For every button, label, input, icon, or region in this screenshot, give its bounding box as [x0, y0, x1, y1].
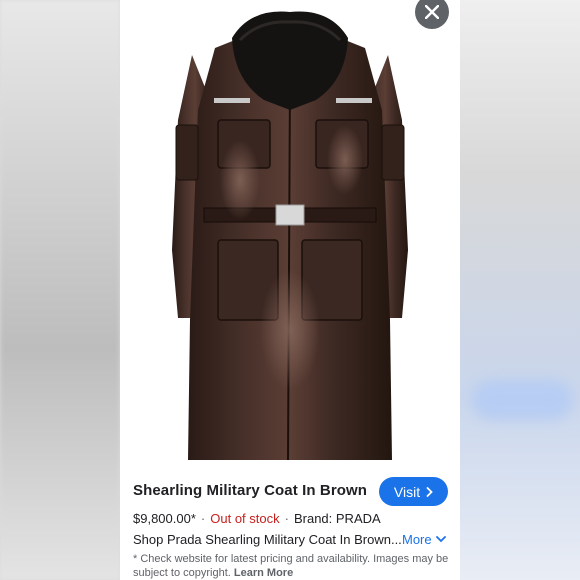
brand: Brand: PRADA — [293, 511, 381, 526]
chevron-down-icon — [435, 536, 446, 543]
more-label: More — [402, 532, 432, 547]
background-left — [0, 0, 120, 580]
product-title: Shearling Military Coat In Brown — [133, 482, 368, 499]
separator: · — [284, 511, 289, 526]
more-button[interactable]: More — [402, 532, 446, 547]
close-icon — [425, 5, 439, 19]
product-card: Shearling Military Coat In Brown Visit $… — [120, 0, 460, 580]
chevron-right-icon — [426, 486, 433, 497]
disclaimer: * Check website for latest pricing and a… — [133, 552, 453, 580]
shop-text: Shop Prada Shearling Military Coat In Br… — [133, 532, 402, 547]
product-image[interactable] — [120, 0, 460, 470]
background-blur-blob — [472, 380, 572, 420]
product-meta: $9,800.00* · Out of stock · Brand: PRADA — [133, 511, 381, 526]
visit-label: Visit — [393, 483, 421, 500]
separator: · — [200, 511, 206, 526]
coat-image — [172, 11, 408, 461]
background-right — [460, 0, 580, 580]
visit-button[interactable]: Visit — [379, 477, 448, 506]
learn-more-link[interactable]: Learn More — [234, 567, 293, 579]
stock-status: Out of stock — [210, 511, 280, 526]
price: $9,800.00* — [133, 511, 196, 526]
